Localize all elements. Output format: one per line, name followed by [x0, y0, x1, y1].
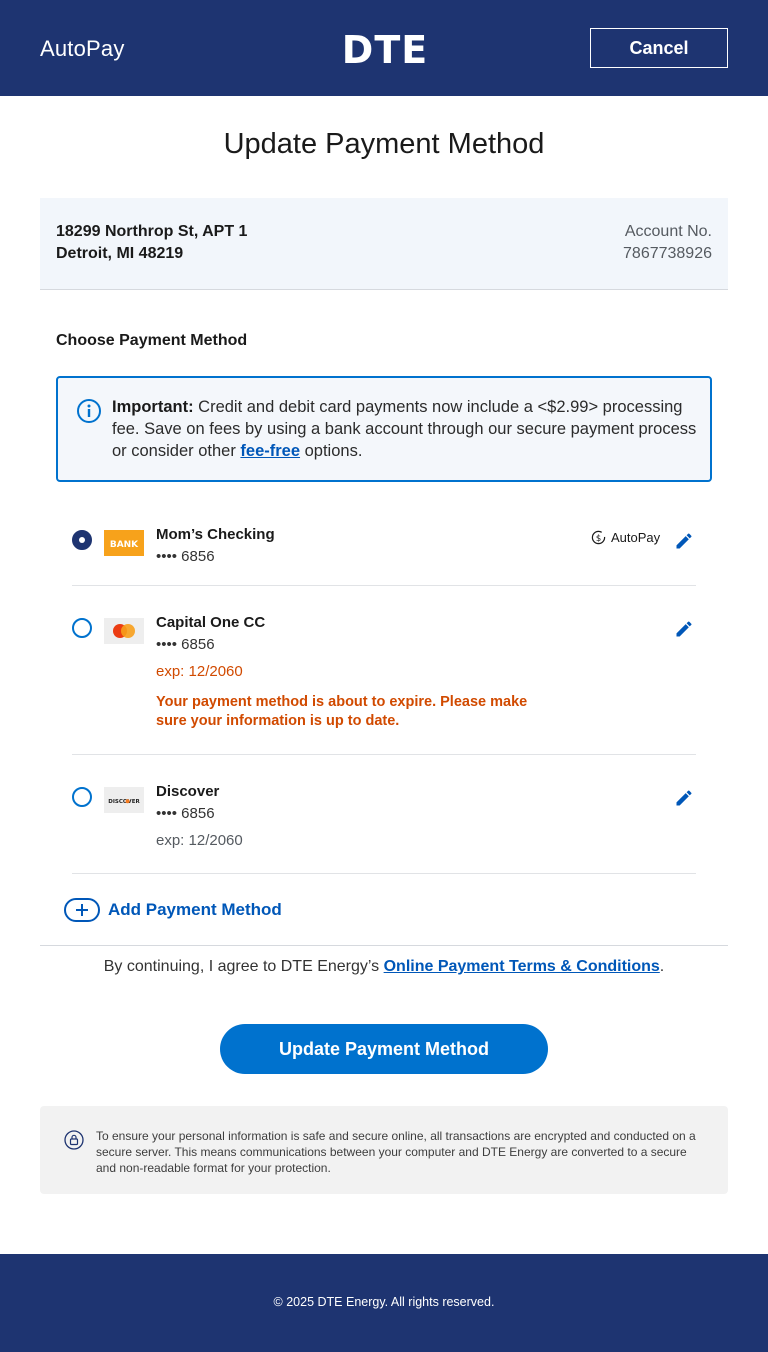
payment-method-row[interactable]: Capital One CC •••• 6856 exp: 12/2060 Yo…	[72, 586, 696, 755]
payment-radio[interactable]	[72, 787, 92, 807]
terms-link[interactable]: Online Payment Terms & Conditions	[384, 958, 660, 975]
svg-text:$: $	[596, 533, 601, 543]
terms-suffix: .	[659, 958, 665, 975]
fee-free-link[interactable]: fee-free	[240, 442, 300, 460]
autopay-label: AutoPay	[611, 530, 661, 545]
payment-radio-selected[interactable]	[72, 530, 92, 550]
info-icon	[77, 399, 101, 423]
mastercard-logo-icon	[104, 618, 144, 644]
choose-payment-heading: Choose Payment Method	[56, 332, 248, 349]
payment-masked-number: •••• 6856	[156, 548, 215, 565]
dte-logo: DTE	[342, 30, 428, 66]
terms-prefix: By continuing, I agree to DTE Energy’s	[103, 958, 384, 975]
terms-agreement: By continuing, I agree to DTE Energy’s O…	[0, 958, 768, 976]
account-number: 7867738926	[623, 245, 712, 262]
notice-strong: Important:	[112, 398, 194, 416]
security-notice: To ensure your personal information is s…	[40, 1106, 728, 1194]
add-payment-method-button[interactable]: Add Payment Method	[64, 898, 282, 922]
bank-logo-text: BANK	[110, 540, 139, 550]
add-payment-label: Add Payment Method	[108, 900, 282, 919]
payment-masked-number: •••• 6856	[156, 805, 215, 822]
bank-logo-icon: BANK	[104, 530, 144, 556]
edit-pencil-icon[interactable]	[674, 619, 694, 639]
top-header: AutoPay DTE Cancel	[0, 0, 768, 96]
payment-name: Discover	[156, 783, 220, 800]
edit-pencil-icon[interactable]	[674, 788, 694, 808]
payment-method-row[interactable]: BANK Mom’s Checking •••• 6856 $ AutoPay	[72, 516, 696, 586]
address-line-2: Detroit, MI 48219	[56, 245, 184, 262]
lock-icon	[64, 1130, 84, 1150]
page-title: Update Payment Method	[223, 128, 545, 160]
cancel-button[interactable]: Cancel	[590, 28, 728, 68]
discover-logo-icon: DISCOVER	[104, 787, 144, 813]
payment-name: Mom’s Checking	[156, 526, 275, 543]
notice-body: Credit and debit card payments now inclu…	[112, 398, 697, 460]
payment-radio[interactable]	[72, 618, 92, 638]
notice-tail: options.	[300, 442, 363, 460]
payment-expiry: exp: 12/2060	[156, 663, 243, 680]
add-plus-icon	[64, 898, 100, 922]
payment-name: Capital One CC	[156, 614, 266, 631]
expiry-warning: Your payment method is about to expire. …	[156, 694, 528, 729]
copyright-text: © 2025 DTE Energy. All rights reserved.	[273, 1295, 495, 1309]
payment-masked-number: •••• 6856	[156, 636, 215, 653]
payment-method-row[interactable]: DISCOVER Discover •••• 6856 exp: 12/2060	[72, 755, 696, 874]
logo-text: DTE	[342, 30, 428, 66]
security-text: To ensure your personal information is s…	[96, 1129, 696, 1175]
address-line-1: 18299 Northrop St, APT 1	[56, 223, 248, 240]
header-title: AutoPay	[40, 36, 125, 61]
discover-logo-text: DISCOVER	[108, 799, 140, 805]
autopay-icon: $	[591, 530, 606, 545]
account-summary: 18299 Northrop St, APT 1 Detroit, MI 482…	[40, 198, 728, 290]
page-footer: © 2025 DTE Energy. All rights reserved.	[0, 1254, 768, 1352]
payment-expiry: exp: 12/2060	[156, 832, 243, 849]
account-number-label: Account No.	[624, 223, 712, 240]
notice-text: Important: Credit and debit card payment…	[112, 396, 698, 462]
autopay-badge: $ AutoPay	[591, 530, 660, 545]
edit-pencil-icon[interactable]	[674, 531, 694, 551]
update-payment-method-button[interactable]: Update Payment Method	[220, 1024, 548, 1074]
section-divider	[40, 945, 728, 946]
fee-notice: Important: Credit and debit card payment…	[56, 376, 712, 482]
